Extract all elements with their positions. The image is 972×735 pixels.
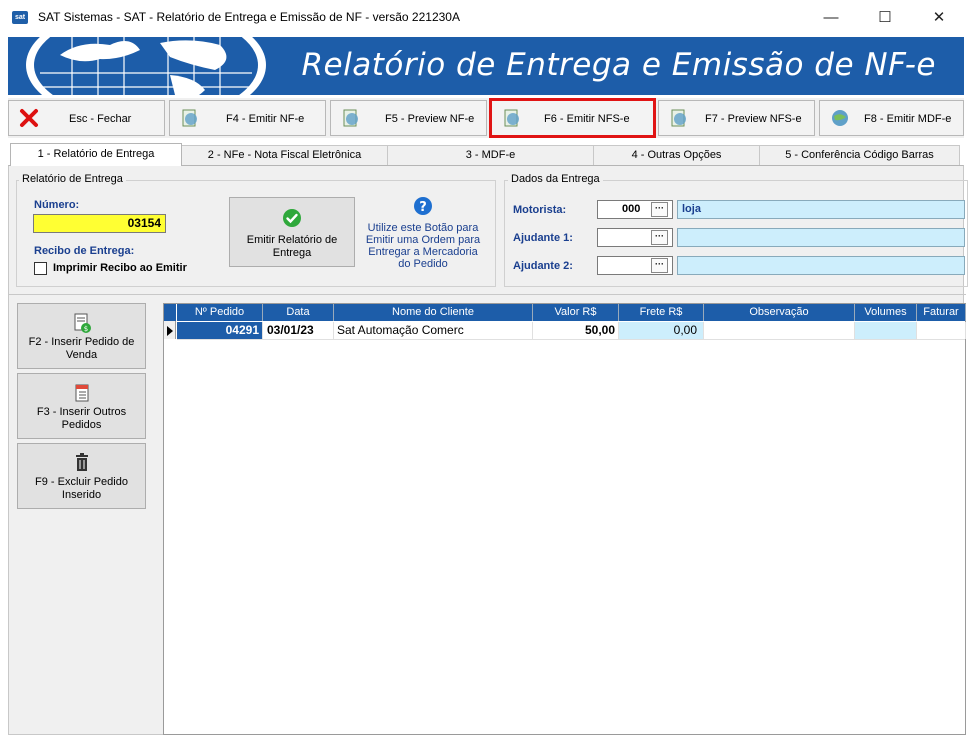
document-list-icon [72, 382, 92, 404]
emit-nfe-label: F4 - Emitir NF-e [226, 113, 305, 125]
helper2-label: Ajudante 2: [513, 260, 573, 272]
driver-name-field[interactable]: loja [677, 200, 965, 219]
maximize-button[interactable]: ☐ [862, 4, 908, 32]
table-row-pedido[interactable]: 04291 [177, 322, 263, 339]
column-header-volumes[interactable]: Volumes [855, 304, 917, 321]
tab-mdfe[interactable]: 3 - MDF-e [388, 145, 594, 165]
emit-report-label-line1: Emitir Relatório de [246, 234, 338, 246]
table-row-valor[interactable]: 50,00 [533, 322, 619, 339]
svg-text:$: $ [83, 325, 87, 333]
minimize-button[interactable]: — [808, 4, 854, 32]
preview-nfse-label: F7 - Preview NFS-e [705, 113, 802, 125]
insert-sale-label-1: F2 - Inserir Pedido de [28, 336, 135, 348]
insert-other-label-1: F3 - Inserir Outros [36, 406, 127, 418]
print-receipt-checkbox[interactable] [34, 262, 47, 275]
column-header-pedido[interactable]: Nº Pedido [177, 304, 263, 321]
truck-globe-icon [828, 106, 852, 130]
table-row-frete[interactable]: 0,00 [619, 322, 704, 339]
column-header-frete[interactable]: Frete R$ [619, 304, 704, 321]
column-header-data[interactable]: Data [263, 304, 334, 321]
app-icon: sat [12, 11, 28, 24]
insert-sale-label-2: Venda [65, 349, 98, 361]
table-row-volumes[interactable] [855, 322, 917, 339]
header-banner: Relatório de Entrega e Emissão de NF-e [8, 37, 964, 95]
delete-label-2: Inserido [61, 489, 102, 501]
column-header-observacao[interactable]: Observação [704, 304, 855, 321]
number-label: Número: [34, 199, 80, 211]
help-text: Utilize este Botão para Emitir uma Ordem… [358, 222, 488, 270]
globe-logo-icon [26, 37, 266, 95]
table-row-faturar[interactable] [917, 322, 966, 339]
orders-grid[interactable]: Nº Pedido Data Nome do Cliente Valor R$ … [163, 303, 966, 735]
emit-nfse-button[interactable]: F6 - Emitir NFS-e [489, 98, 656, 138]
helper1-name-field[interactable] [677, 228, 965, 247]
close-button[interactable]: Esc - Fechar [8, 100, 165, 136]
number-field[interactable]: 03154 [33, 214, 166, 233]
check-circle-icon [282, 208, 302, 228]
help-icon[interactable]: ? [413, 196, 433, 216]
close-window-button[interactable]: ✕ [916, 4, 962, 32]
document-money-icon: $ [72, 312, 92, 334]
document-globe-icon [667, 106, 691, 130]
column-header-faturar[interactable]: Faturar [917, 304, 966, 321]
tab-bar: 1 - Relatório de Entrega 2 - NFe - Nota … [8, 143, 964, 166]
row-indicator-column [164, 304, 176, 339]
helper1-label: Ajudante 1: [513, 232, 573, 244]
preview-nfse-button[interactable]: F7 - Preview NFS-e [658, 100, 815, 136]
tab-nfe[interactable]: 2 - NFe - Nota Fiscal Eletrônica [182, 145, 388, 165]
tab-outras-opcoes[interactable]: 4 - Outras Opções [594, 145, 760, 165]
emit-nfe-button[interactable]: F4 - Emitir NF-e [169, 100, 326, 136]
preview-nfe-label: F5 - Preview NF-e [385, 113, 475, 125]
toolbar: Esc - Fechar F4 - Emitir NF-e F5 - Previ… [8, 98, 964, 138]
helper2-name-field[interactable] [677, 256, 965, 275]
table-row-data[interactable]: 03/01/23 [263, 322, 334, 339]
help-line-4: do Pedido [398, 258, 448, 270]
title-bar: sat SAT Sistemas - SAT - Relatório de En… [0, 0, 972, 34]
delivery-group-legend: Dados da Entrega [508, 173, 603, 185]
insert-other-label-2: Pedidos [61, 419, 102, 431]
print-receipt-label: Imprimir Recibo ao Emitir [53, 262, 187, 274]
help-line-1: Utilize este Botão para [367, 222, 479, 234]
driver-code-value: 000 [622, 203, 641, 215]
insert-sale-order-button[interactable]: $ F2 - Inserir Pedido de Venda [17, 303, 146, 369]
driver-lookup-button[interactable]: ··· [651, 202, 668, 217]
receipt-label: Recibo de Entrega: [34, 245, 135, 257]
svg-text:?: ? [419, 200, 427, 215]
emit-nfse-label: F6 - Emitir NFS-e [544, 113, 630, 125]
window-title: SAT Sistemas - SAT - Relatório de Entreg… [38, 10, 460, 24]
preview-nfe-button[interactable]: F5 - Preview NF-e [330, 100, 487, 136]
banner-title: Relatório de Entrega e Emissão de NF-e [301, 47, 936, 83]
column-header-valor[interactable]: Valor R$ [533, 304, 619, 321]
table-row-obs[interactable] [704, 322, 855, 339]
current-row-arrow-icon [167, 326, 173, 336]
delete-order-button[interactable]: F9 - Excluir Pedido Inserido [17, 443, 146, 509]
helper2-lookup-button[interactable]: ··· [651, 258, 668, 273]
column-header-cliente[interactable]: Nome do Cliente [334, 304, 533, 321]
emit-report-label-line2: Entrega [272, 247, 312, 259]
delete-label-1: F9 - Excluir Pedido [35, 476, 128, 488]
tab-relatorio-entrega[interactable]: 1 - Relatório de Entrega [10, 143, 182, 166]
emit-mdfe-label: F8 - Emitir MDF-e [864, 113, 952, 125]
trash-icon [72, 452, 92, 474]
close-x-icon [17, 106, 41, 130]
helper1-lookup-button[interactable]: ··· [651, 230, 668, 245]
table-row-cliente[interactable]: Sat Automação Comerc [334, 322, 533, 339]
separator [8, 294, 966, 295]
close-button-label: Esc - Fechar [69, 113, 132, 125]
insert-other-orders-button[interactable]: F3 - Inserir Outros Pedidos [17, 373, 146, 439]
help-line-3: Entregar a Mercadoria [368, 246, 478, 258]
row-divider [177, 339, 965, 340]
help-line-2: Emitir uma Ordem para [365, 234, 481, 246]
emit-mdfe-button[interactable]: F8 - Emitir MDF-e [819, 100, 964, 136]
document-globe-icon [500, 106, 524, 130]
document-globe-icon [178, 106, 202, 130]
driver-label: Motorista: [513, 204, 567, 216]
report-group-legend: Relatório de Entrega [19, 173, 126, 185]
tab-conferencia[interactable]: 5 - Conferência Código Barras [760, 145, 960, 165]
document-globe-icon [339, 106, 363, 130]
emit-report-button[interactable]: Emitir Relatório de Entrega [229, 197, 355, 267]
